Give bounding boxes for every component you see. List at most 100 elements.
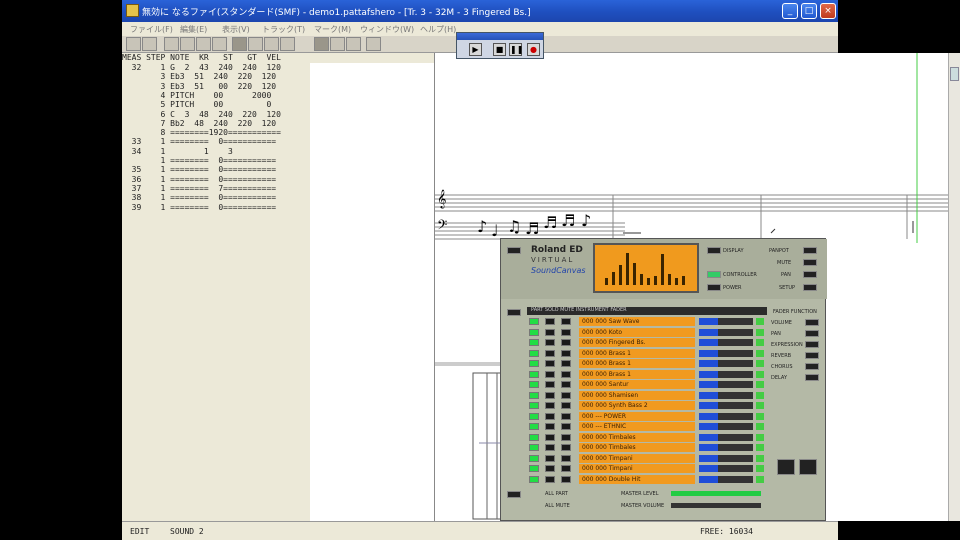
instrument-name[interactable]: 000 000 Brass 1 — [579, 348, 695, 358]
part-check[interactable] — [756, 349, 764, 357]
part-mute-button[interactable] — [545, 423, 555, 430]
fader-function-button[interactable] — [805, 319, 819, 326]
event-row[interactable]: 39 1 ======== 0=========== — [122, 203, 434, 212]
part-select-button[interactable] — [561, 475, 571, 483]
part-solo-button[interactable] — [529, 381, 539, 388]
toolbar-button[interactable] — [126, 37, 141, 51]
part-select-button[interactable] — [561, 423, 571, 430]
part-fader[interactable] — [699, 391, 753, 399]
play-button[interactable]: ▶ — [469, 43, 482, 56]
master-volume-slider[interactable] — [671, 503, 761, 508]
part-check[interactable] — [756, 328, 764, 336]
part-mute-button[interactable] — [545, 328, 555, 336]
instrument-name[interactable]: 000 000 Shamisen — [579, 390, 695, 400]
event-row[interactable]: 38 1 ======== 0=========== — [122, 193, 434, 202]
menu-mark[interactable]: マーク(M) — [314, 24, 351, 35]
part-select-button[interactable] — [561, 454, 571, 462]
toolbar-button[interactable] — [196, 37, 211, 51]
instrument-name[interactable]: 000 000 Timpani — [579, 453, 695, 463]
part-fader[interactable] — [699, 370, 753, 378]
event-row[interactable]: 36 1 ======== 0=========== — [122, 175, 434, 184]
part-check[interactable] — [756, 454, 764, 462]
toolbar-button[interactable] — [280, 37, 295, 51]
part-check[interactable] — [756, 391, 764, 399]
event-row[interactable]: 35 1 ======== 0=========== — [122, 165, 434, 174]
part-check[interactable] — [756, 370, 764, 378]
menu-help[interactable]: ヘルプ(H) — [420, 24, 456, 35]
maximize-button[interactable]: □ — [801, 3, 817, 19]
instrument-name[interactable]: 000 000 Brass 1 — [579, 369, 695, 379]
part-solo-button[interactable] — [529, 391, 539, 399]
volume-knob-right[interactable] — [799, 459, 817, 475]
instrument-name[interactable]: 000 000 Fingered Bs. — [579, 338, 695, 347]
part-solo-button[interactable] — [529, 370, 539, 378]
part-select-button[interactable] — [561, 318, 571, 325]
part-mute-button[interactable] — [545, 412, 555, 420]
instrument-name[interactable]: 000 000 Santur — [579, 380, 695, 389]
part-check[interactable] — [756, 423, 764, 430]
part-mute-button[interactable] — [545, 391, 555, 399]
instrument-name[interactable]: 000 000 Saw Wave — [579, 317, 695, 326]
instrument-name[interactable]: 000 000 Timpani — [579, 464, 695, 473]
toolbar-button[interactable] — [314, 37, 329, 51]
part-mute-button[interactable] — [545, 349, 555, 357]
fader-function-button[interactable] — [805, 363, 819, 370]
part-check[interactable] — [756, 318, 764, 325]
instrument-name[interactable]: 000 000 Double Hit — [579, 474, 695, 484]
event-row[interactable]: 7 Bb2 48 240 220 120 — [122, 119, 434, 128]
part-fader[interactable] — [699, 402, 753, 409]
stop-button[interactable]: ■ — [493, 43, 506, 56]
part-solo-button[interactable] — [529, 475, 539, 483]
part-mute-button[interactable] — [545, 360, 555, 367]
part-fader[interactable] — [699, 475, 753, 483]
part-check[interactable] — [756, 339, 764, 346]
pan-button[interactable] — [803, 271, 817, 278]
part-fader[interactable] — [699, 318, 753, 325]
part-solo-button[interactable] — [529, 444, 539, 451]
part-check[interactable] — [756, 402, 764, 409]
fader-function-button[interactable] — [805, 374, 819, 381]
part-mute-button[interactable] — [545, 444, 555, 451]
instrument-name[interactable]: 000 000 Timbales — [579, 443, 695, 452]
part-select-button[interactable] — [561, 360, 571, 367]
event-row[interactable]: 8 ========1920=========== — [122, 128, 434, 137]
part-mute-button[interactable] — [545, 381, 555, 388]
menu-view[interactable]: 表示(V) — [222, 24, 250, 35]
event-row[interactable]: 4 PITCH 00 2000 — [122, 91, 434, 100]
part-fader[interactable] — [699, 454, 753, 462]
menu-edit[interactable]: 編集(E) — [180, 24, 207, 35]
toolbar-button[interactable] — [346, 37, 361, 51]
display-button[interactable] — [707, 247, 721, 254]
panpot-button[interactable] — [803, 247, 817, 254]
part-solo-button[interactable] — [529, 402, 539, 409]
toolbar-button[interactable] — [248, 37, 263, 51]
toolbar-button[interactable] — [264, 37, 279, 51]
part-solo-button[interactable] — [529, 318, 539, 325]
mute-button[interactable] — [803, 259, 817, 266]
part-mute-button[interactable] — [545, 475, 555, 483]
instrument-name[interactable]: 000 000 Timbales — [579, 432, 695, 442]
fader-function-button[interactable] — [805, 330, 819, 337]
toolbar-button[interactable] — [180, 37, 195, 51]
part-select-button[interactable] — [561, 412, 571, 420]
toolbar-button[interactable] — [164, 37, 179, 51]
instrument-name[interactable]: 000 --- ETHNIC — [579, 422, 695, 431]
part-solo-button[interactable] — [529, 360, 539, 367]
toolbar-button[interactable] — [366, 37, 381, 51]
part-fader[interactable] — [699, 465, 753, 472]
part-mute-button[interactable] — [545, 454, 555, 462]
event-row[interactable]: 5 PITCH 00 0 — [122, 100, 434, 109]
event-row[interactable]: 37 1 ======== 7=========== — [122, 184, 434, 193]
event-row[interactable]: 6 C 3 48 240 220 120 — [122, 110, 434, 119]
part-select-button[interactable] — [561, 339, 571, 346]
part-solo-button[interactable] — [529, 433, 539, 441]
event-row[interactable]: 3 Eb3 51 240 220 120 — [122, 72, 434, 81]
part-select-button[interactable] — [561, 328, 571, 336]
part-solo-button[interactable] — [529, 412, 539, 420]
controller-button[interactable] — [707, 271, 721, 278]
part-fader[interactable] — [699, 433, 753, 441]
part-solo-button[interactable] — [529, 465, 539, 472]
part-fader[interactable] — [699, 328, 753, 336]
part-solo-button[interactable] — [529, 349, 539, 357]
instrument-name[interactable]: 000 000 Brass 1 — [579, 359, 695, 368]
